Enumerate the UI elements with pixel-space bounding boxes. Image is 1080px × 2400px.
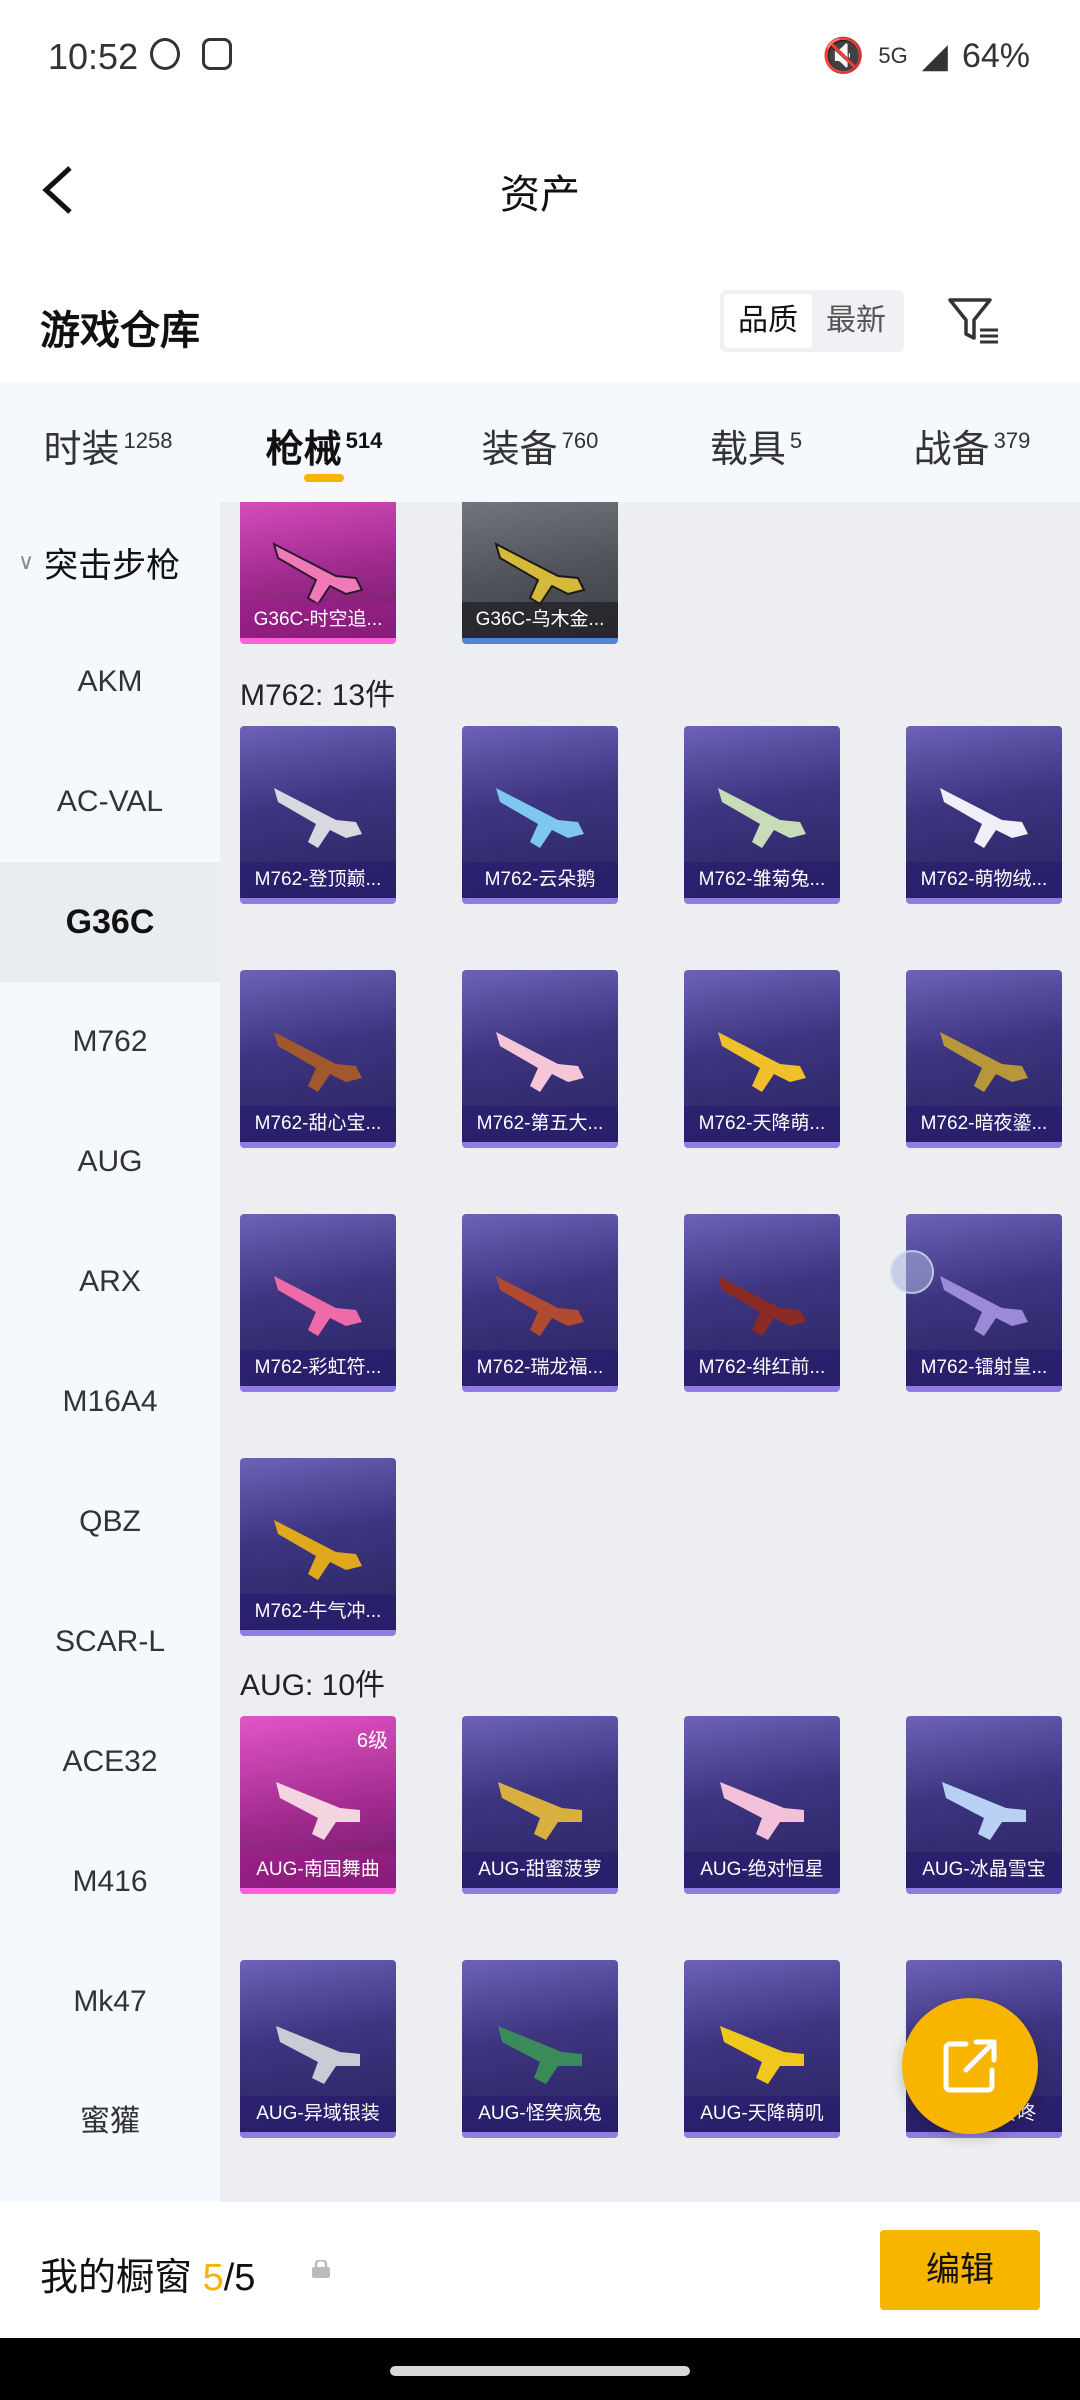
rifle-icon	[940, 1276, 1028, 1336]
rifle-icon	[496, 1276, 584, 1336]
rifle-icon	[942, 1782, 1026, 1840]
rifle-icon	[274, 1276, 362, 1336]
edit-button[interactable]: 编辑	[880, 2230, 1040, 2310]
sidebar-item-ace32[interactable]: ACE32	[0, 1702, 220, 1822]
page-title: 资产	[500, 173, 580, 217]
top-header: 资产	[0, 120, 1080, 260]
rifle-icon	[274, 788, 362, 848]
weapon-card[interactable]: M762-第五大...	[462, 970, 618, 1148]
rifle-icon	[718, 1276, 806, 1336]
sidebar-item-honey-badger[interactable]: 蜜獾	[0, 2062, 220, 2182]
share-fab[interactable]	[902, 1998, 1038, 2134]
home-gesture-pill[interactable]	[390, 2366, 690, 2376]
weapon-card[interactable]: M762-镭射皇...	[906, 1214, 1062, 1392]
weapon-card[interactable]: M762-云朵鹅	[462, 726, 618, 904]
face-icon	[150, 38, 180, 70]
battery-level: 64%	[961, 36, 1030, 75]
tab-equipment[interactable]: 装备 760	[432, 382, 648, 502]
rifle-icon	[498, 2026, 582, 2084]
sidebar-item-mk47[interactable]: Mk47	[0, 1942, 220, 2062]
tab-supplies[interactable]: 战备 379	[864, 382, 1080, 502]
rifle-icon	[272, 542, 364, 606]
sidebar-item-m762[interactable]: M762	[0, 982, 220, 1102]
weapon-card[interactable]: M762-绯红前...	[684, 1214, 840, 1392]
rifle-icon	[720, 1782, 804, 1840]
rifle-icon	[940, 1032, 1028, 1092]
phone-sync-icon	[202, 38, 232, 70]
sidebar-item-m16a4[interactable]: M16A4	[0, 1342, 220, 1462]
touch-indicator	[890, 1250, 934, 1294]
rifle-icon	[496, 1032, 584, 1092]
weapon-card[interactable]: M762-彩虹符...	[240, 1214, 396, 1392]
status-time: 10:52	[48, 36, 139, 77]
rifle-icon	[274, 1032, 362, 1092]
sort-quality[interactable]: 品质	[724, 294, 812, 348]
section-label-aug: AUG: 10件	[240, 1669, 386, 1702]
sidebar-item-aug[interactable]: AUG	[0, 1102, 220, 1222]
weapon-card[interactable]: M762-瑞龙福...	[462, 1214, 618, 1392]
category-tabs: 时装 1258 枪械 514 装备 760 载具 5 战备 379	[0, 382, 1080, 502]
rifle-icon	[494, 542, 586, 606]
showcase-bar: 我的橱窗 5/5 编辑	[0, 2202, 1080, 2338]
rifle-icon	[276, 2026, 360, 2084]
weapon-card[interactable]: AUG-异域银装	[240, 1960, 396, 2138]
sort-newest[interactable]: 最新	[812, 294, 900, 348]
weapon-card[interactable]: M762-牛气冲...	[240, 1458, 396, 1636]
rifle-icon	[940, 788, 1028, 848]
rifle-icon	[498, 1782, 582, 1840]
sidebar-item-g36c[interactable]: G36C	[0, 862, 220, 982]
rifle-icon	[718, 788, 806, 848]
status-bar: 10:52 🔇 5G ◢ 64%	[0, 0, 1080, 120]
filter-icon	[948, 298, 998, 344]
sidebar-item-qbz[interactable]: QBZ	[0, 1462, 220, 1582]
rifle-icon	[720, 2026, 804, 2084]
showcase-label: 我的橱窗 5/5	[40, 2257, 256, 2299]
tab-fashion[interactable]: 时装 1258	[0, 382, 216, 502]
weapon-card[interactable]: G36C-乌木金...	[462, 502, 618, 644]
sidebar-item-m416[interactable]: M416	[0, 1822, 220, 1942]
lock-icon	[312, 2260, 330, 2278]
weapon-card[interactable]: AUG-冰晶雪宝	[906, 1716, 1062, 1894]
rifle-icon	[274, 1520, 362, 1580]
mute-icon: 🔇	[822, 37, 865, 75]
weapon-card[interactable]: M762-雏菊兔...	[684, 726, 840, 904]
section-label-m762: M762: 13件	[240, 679, 396, 712]
rifle-icon	[496, 788, 584, 848]
sort-toggle: 品质 最新	[720, 290, 904, 352]
tab-weapons[interactable]: 枪械 514	[216, 382, 432, 502]
warehouse-title: 游戏仓库	[40, 309, 200, 353]
weapon-card[interactable]: M762-萌物绒...	[906, 726, 1062, 904]
rifle-icon	[718, 1032, 806, 1092]
sidebar-item-arx[interactable]: ARX	[0, 1222, 220, 1342]
item-grid: G36C-时空追... G36C-乌木金... M762: 13件 M762-登…	[220, 502, 1080, 2202]
weapon-sidebar: ∨ 突击步枪 AKM AC-VAL G36C M762 AUG ARX M16A…	[0, 502, 220, 2202]
weapon-card[interactable]: M762-甜心宝...	[240, 970, 396, 1148]
chevron-down-icon: ∨	[18, 549, 35, 574]
sidebar-item-akm[interactable]: AKM	[0, 622, 220, 742]
system-nav-bar	[0, 2338, 1080, 2400]
weapon-card[interactable]: M762-天降萌...	[684, 970, 840, 1148]
sidebar-group-assault-rifle[interactable]: ∨ 突击步枪	[0, 502, 220, 622]
weapon-card[interactable]: AUG-天降萌叽	[684, 1960, 840, 2138]
rifle-icon	[276, 1782, 360, 1840]
weapon-card[interactable]: G36C-时空追...	[240, 502, 396, 644]
weapon-card[interactable]: AUG-绝对恒星	[684, 1716, 840, 1894]
sidebar-item-scar-l[interactable]: SCAR-L	[0, 1582, 220, 1702]
weapon-card[interactable]: AUG-怪笑疯兔	[462, 1960, 618, 2138]
network-label: 5G	[878, 43, 908, 68]
weapon-card[interactable]: M762-登顶巅...	[240, 726, 396, 904]
filter-button[interactable]	[946, 292, 1002, 348]
tab-vehicles[interactable]: 载具 5	[648, 382, 864, 502]
external-link-icon	[943, 2039, 997, 2093]
weapon-card[interactable]: M762-暗夜鎏...	[906, 970, 1062, 1148]
sidebar-item-ac-val[interactable]: AC-VAL	[0, 742, 220, 862]
weapon-card[interactable]: 6级 AUG-南国舞曲	[240, 1716, 396, 1894]
weapon-card[interactable]: AUG-甜蜜菠萝	[462, 1716, 618, 1894]
signal-icon: ◢	[921, 37, 948, 75]
